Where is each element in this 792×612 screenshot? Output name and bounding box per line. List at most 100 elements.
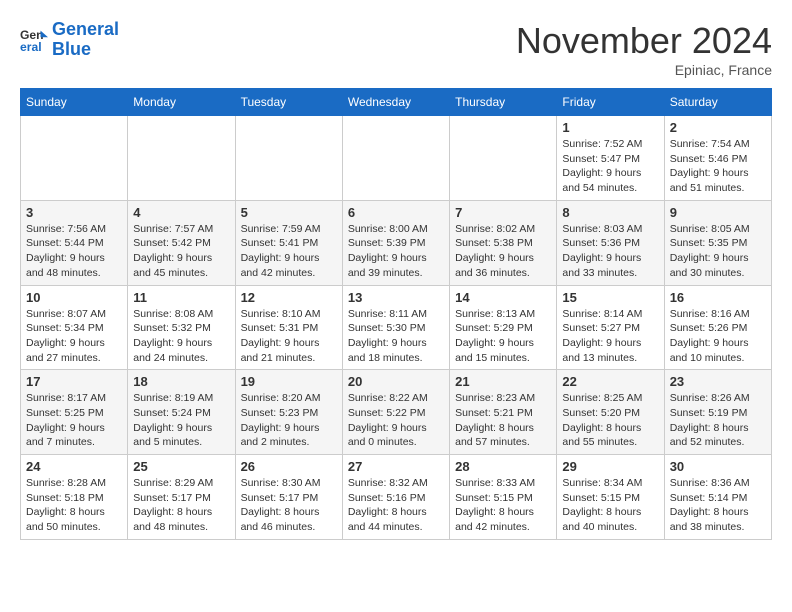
day-info: Sunrise: 8:32 AM Sunset: 5:16 PM Dayligh… [348,476,444,535]
day-info: Sunrise: 8:19 AM Sunset: 5:24 PM Dayligh… [133,391,229,450]
day-info: Sunrise: 8:36 AM Sunset: 5:14 PM Dayligh… [670,476,766,535]
day-number: 18 [133,374,229,389]
calendar-cell: 20Sunrise: 8:22 AM Sunset: 5:22 PM Dayli… [342,370,449,455]
calendar-week-1: 1 Sunrise: 7:52 AM Sunset: 5:47 PM Daylig… [21,116,772,201]
svg-text:eral: eral [20,40,42,54]
day-info: Sunrise: 8:17 AM Sunset: 5:25 PM Dayligh… [26,391,122,450]
calendar-cell [342,116,449,201]
title-area: November 2024 Epiniac, France [516,20,772,78]
calendar-week-2: 3 Sunrise: 7:56 AM Sunset: 5:44 PM Daylig… [21,200,772,285]
weekday-header-sunday: Sunday [21,89,128,116]
calendar-cell [21,116,128,201]
calendar-cell: 11 Sunrise: 8:08 AM Sunset: 5:32 PM Dayli… [128,285,235,370]
calendar-cell: 30 Sunrise: 8:36 AM Sunset: 5:14 PM Dayli… [664,455,771,540]
day-info: Sunrise: 8:05 AM Sunset: 5:35 PM Dayligh… [670,222,766,281]
calendar-cell: 12 Sunrise: 8:10 AM Sunset: 5:31 PM Dayli… [235,285,342,370]
calendar-cell: 27 Sunrise: 8:32 AM Sunset: 5:16 PM Dayli… [342,455,449,540]
day-number: 14 [455,290,551,305]
calendar-cell: 14 Sunrise: 8:13 AM Sunset: 5:29 PM Dayli… [450,285,557,370]
calendar-cell: 22 Sunrise: 8:25 AM Sunset: 5:20 PM Dayli… [557,370,664,455]
logo-line2: Blue [52,39,91,59]
calendar-cell: 2Sunrise: 7:54 AM Sunset: 5:46 PM Daylig… [664,116,771,201]
weekday-header-row: SundayMondayTuesdayWednesdayThursdayFrid… [21,89,772,116]
calendar-cell: 6 Sunrise: 8:00 AM Sunset: 5:39 PM Daylig… [342,200,449,285]
calendar-cell: 29 Sunrise: 8:34 AM Sunset: 5:15 PM Dayli… [557,455,664,540]
day-info: Sunrise: 8:25 AM Sunset: 5:20 PM Dayligh… [562,391,658,450]
calendar-cell: 16Sunrise: 8:16 AM Sunset: 5:26 PM Dayli… [664,285,771,370]
day-number: 3 [26,205,122,220]
calendar-cell: 3 Sunrise: 7:56 AM Sunset: 5:44 PM Daylig… [21,200,128,285]
day-number: 30 [670,459,766,474]
weekday-header-monday: Monday [128,89,235,116]
day-info: Sunrise: 8:08 AM Sunset: 5:32 PM Dayligh… [133,307,229,366]
day-info: Sunrise: 8:13 AM Sunset: 5:29 PM Dayligh… [455,307,551,366]
day-number: 27 [348,459,444,474]
calendar-cell: 19 Sunrise: 8:20 AM Sunset: 5:23 PM Dayli… [235,370,342,455]
day-number: 29 [562,459,658,474]
calendar-cell: 8Sunrise: 8:03 AM Sunset: 5:36 PM Daylig… [557,200,664,285]
day-info: Sunrise: 7:59 AM Sunset: 5:41 PM Dayligh… [241,222,337,281]
calendar-cell: 1 Sunrise: 7:52 AM Sunset: 5:47 PM Daylig… [557,116,664,201]
day-info: Sunrise: 8:10 AM Sunset: 5:31 PM Dayligh… [241,307,337,366]
day-number: 23 [670,374,766,389]
calendar-cell: 21 Sunrise: 8:23 AM Sunset: 5:21 PM Dayli… [450,370,557,455]
weekday-header-wednesday: Wednesday [342,89,449,116]
day-info: Sunrise: 8:28 AM Sunset: 5:18 PM Dayligh… [26,476,122,535]
day-info: Sunrise: 8:11 AM Sunset: 5:30 PM Dayligh… [348,307,444,366]
day-info: Sunrise: 8:34 AM Sunset: 5:15 PM Dayligh… [562,476,658,535]
day-info: Sunrise: 8:33 AM Sunset: 5:15 PM Dayligh… [455,476,551,535]
day-number: 19 [241,374,337,389]
calendar-cell: 18 Sunrise: 8:19 AM Sunset: 5:24 PM Dayli… [128,370,235,455]
calendar-cell [235,116,342,201]
calendar-cell: 5 Sunrise: 7:59 AM Sunset: 5:41 PM Daylig… [235,200,342,285]
day-info: Sunrise: 8:30 AM Sunset: 5:17 PM Dayligh… [241,476,337,535]
day-number: 7 [455,205,551,220]
logo-text: General Blue [52,20,119,60]
day-number: 2 [670,120,766,135]
day-info: Sunrise: 8:20 AM Sunset: 5:23 PM Dayligh… [241,391,337,450]
calendar-cell: 26Sunrise: 8:30 AM Sunset: 5:17 PM Dayli… [235,455,342,540]
logo-line1: General [52,19,119,39]
day-info: Sunrise: 8:07 AM Sunset: 5:34 PM Dayligh… [26,307,122,366]
calendar-cell: 24 Sunrise: 8:28 AM Sunset: 5:18 PM Dayli… [21,455,128,540]
day-number: 9 [670,205,766,220]
calendar-cell: 4 Sunrise: 7:57 AM Sunset: 5:42 PM Daylig… [128,200,235,285]
day-number: 15 [562,290,658,305]
calendar-cell: 23 Sunrise: 8:26 AM Sunset: 5:19 PM Dayli… [664,370,771,455]
day-number: 24 [26,459,122,474]
calendar-cell: 10Sunrise: 8:07 AM Sunset: 5:34 PM Dayli… [21,285,128,370]
day-number: 12 [241,290,337,305]
day-number: 6 [348,205,444,220]
day-info: Sunrise: 8:02 AM Sunset: 5:38 PM Dayligh… [455,222,551,281]
logo-icon: Gen eral [20,26,48,54]
calendar-cell: 28 Sunrise: 8:33 AM Sunset: 5:15 PM Dayli… [450,455,557,540]
day-number: 8 [562,205,658,220]
day-number: 28 [455,459,551,474]
page-header: Gen eral General Blue November 2024 Epin… [20,20,772,78]
day-info: Sunrise: 8:26 AM Sunset: 5:19 PM Dayligh… [670,391,766,450]
calendar-body: 1 Sunrise: 7:52 AM Sunset: 5:47 PM Daylig… [21,116,772,540]
weekday-header-tuesday: Tuesday [235,89,342,116]
day-number: 22 [562,374,658,389]
day-info: Sunrise: 7:56 AM Sunset: 5:44 PM Dayligh… [26,222,122,281]
day-info: Sunrise: 7:57 AM Sunset: 5:42 PM Dayligh… [133,222,229,281]
day-info: Sunrise: 8:00 AM Sunset: 5:39 PM Dayligh… [348,222,444,281]
day-number: 25 [133,459,229,474]
day-number: 21 [455,374,551,389]
day-number: 17 [26,374,122,389]
day-info: Sunrise: 8:29 AM Sunset: 5:17 PM Dayligh… [133,476,229,535]
day-number: 1 [562,120,658,135]
day-number: 11 [133,290,229,305]
calendar-cell: 17 Sunrise: 8:17 AM Sunset: 5:25 PM Dayli… [21,370,128,455]
calendar-week-3: 10Sunrise: 8:07 AM Sunset: 5:34 PM Dayli… [21,285,772,370]
location: Epiniac, France [516,62,772,78]
weekday-header-saturday: Saturday [664,89,771,116]
day-number: 4 [133,205,229,220]
day-info: Sunrise: 8:23 AM Sunset: 5:21 PM Dayligh… [455,391,551,450]
calendar-cell: 7 Sunrise: 8:02 AM Sunset: 5:38 PM Daylig… [450,200,557,285]
day-number: 5 [241,205,337,220]
page-container: Gen eral General Blue November 2024 Epin… [0,0,792,550]
calendar-week-5: 24 Sunrise: 8:28 AM Sunset: 5:18 PM Dayli… [21,455,772,540]
calendar-cell [128,116,235,201]
day-info: Sunrise: 7:52 AM Sunset: 5:47 PM Dayligh… [562,137,658,196]
